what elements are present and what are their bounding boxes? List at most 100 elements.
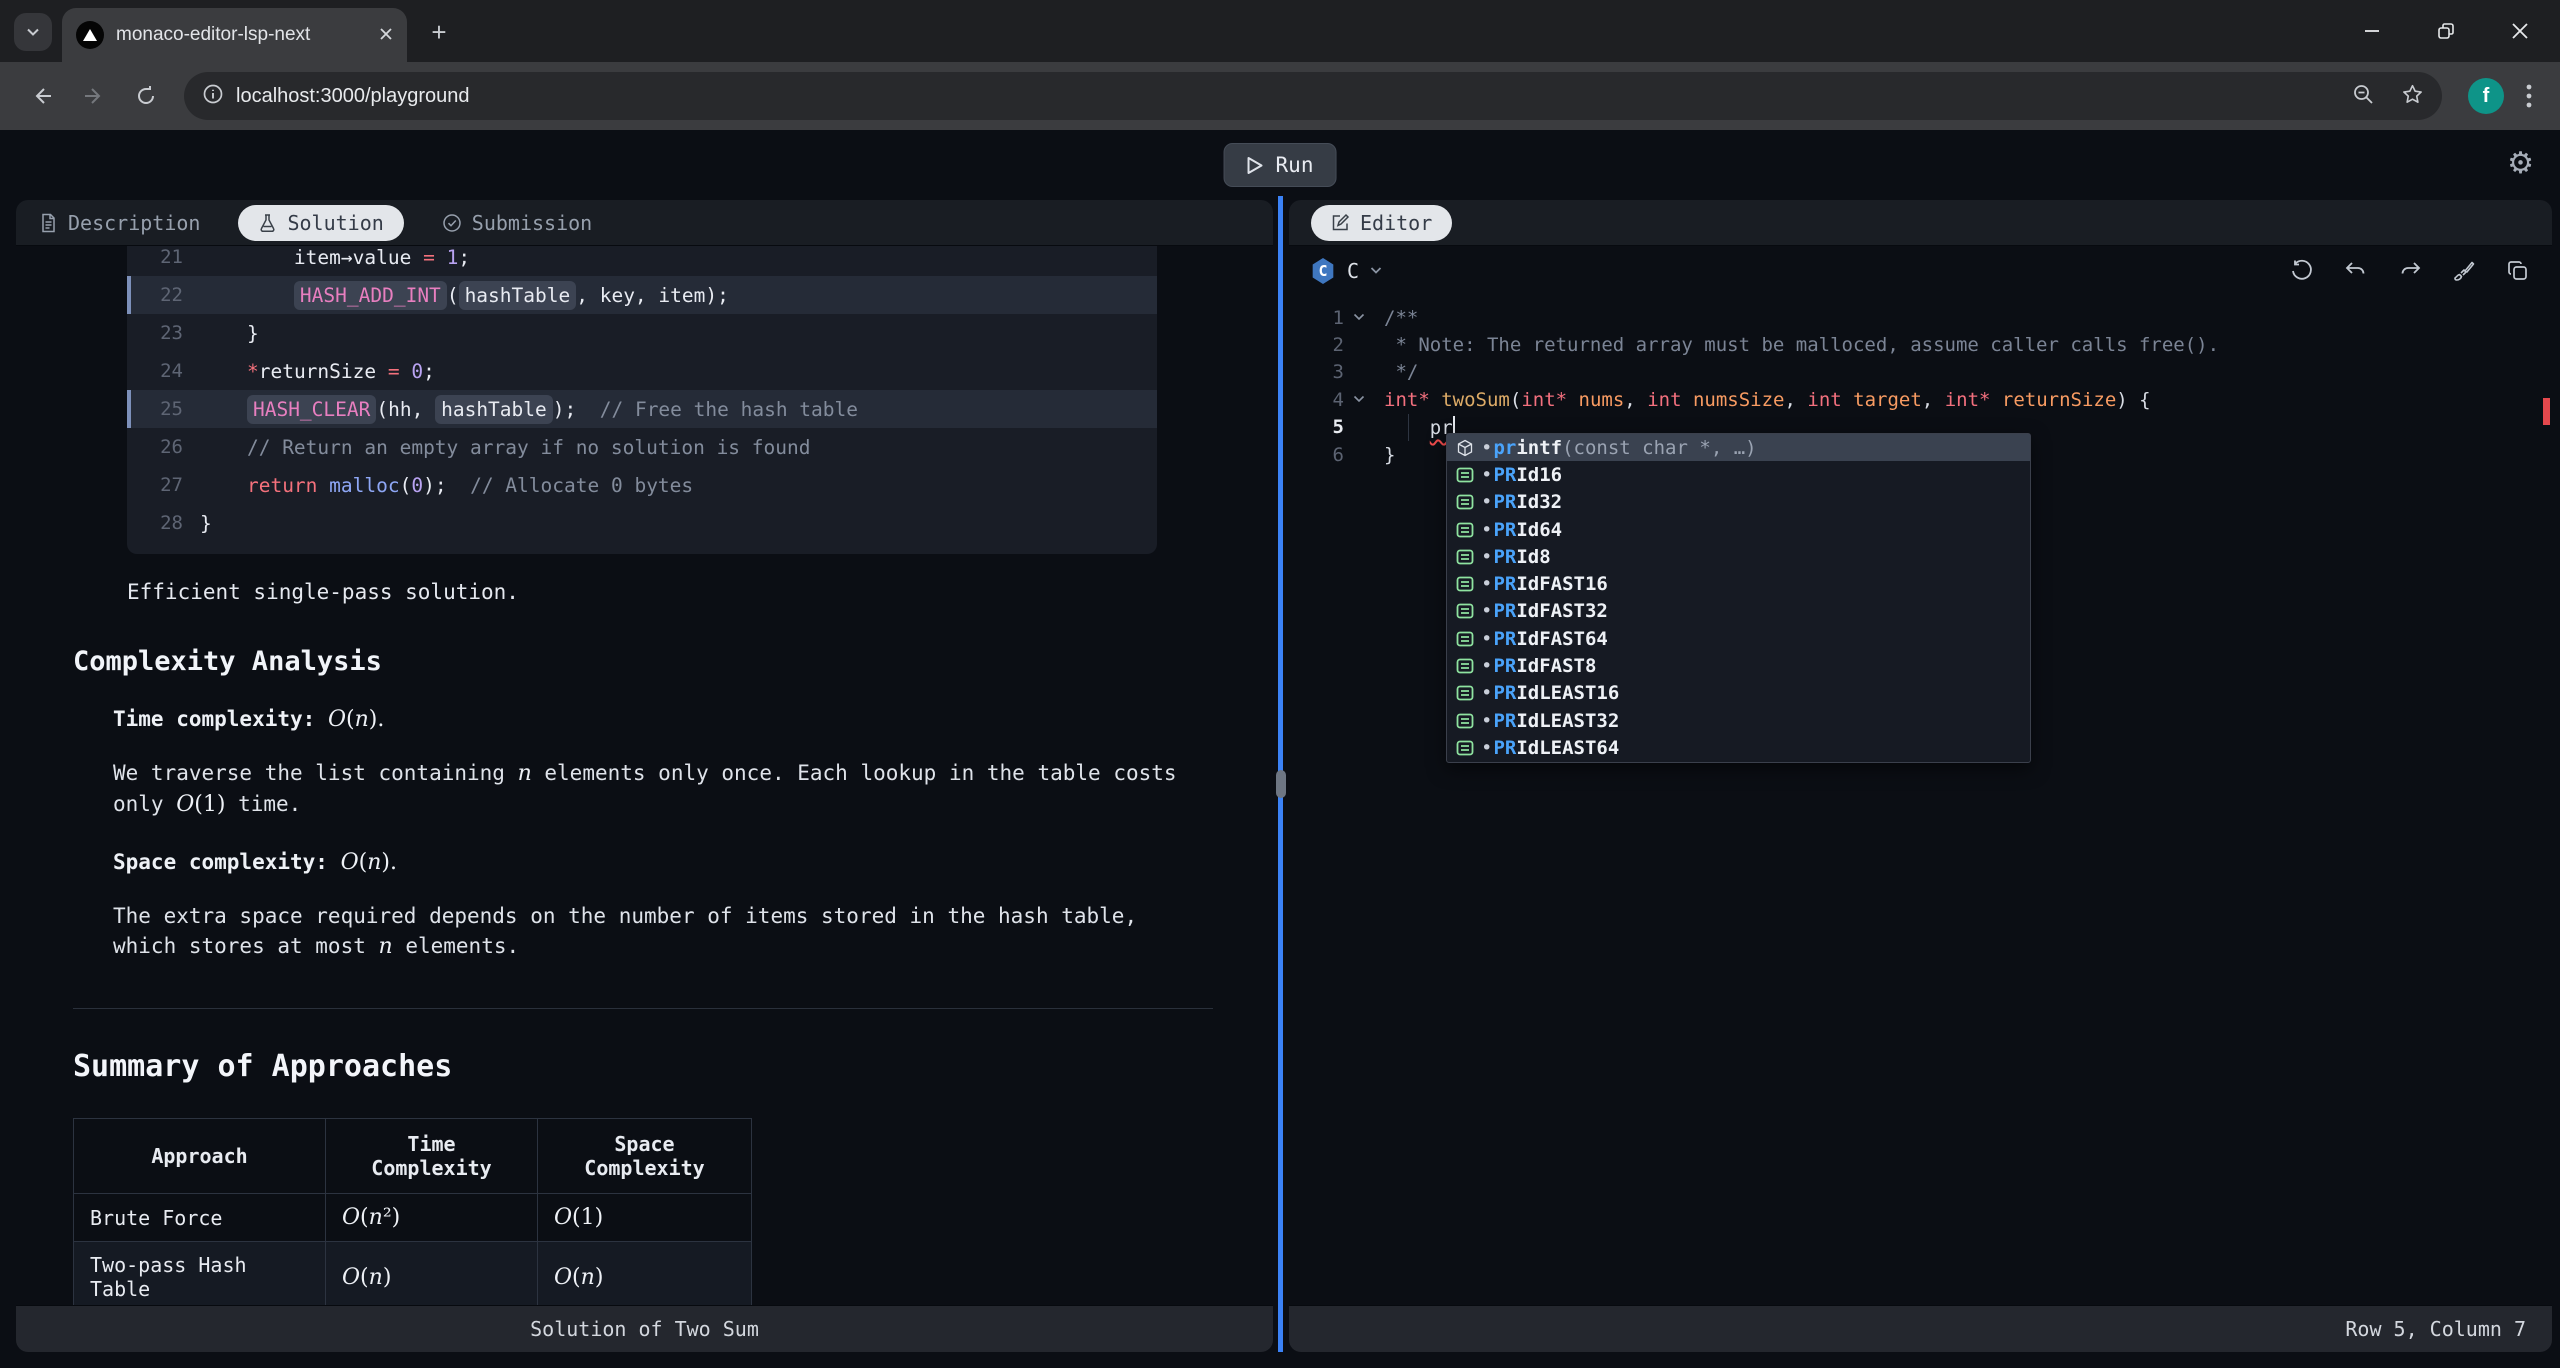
indent-guide xyxy=(1408,414,1409,441)
play-icon xyxy=(1247,156,1264,175)
completion-item[interactable]: •PRId64 xyxy=(1447,516,2030,543)
panel-divider[interactable] xyxy=(1273,200,1289,1352)
code-line: 24 *returnSize = 0; xyxy=(127,352,1157,390)
reset-icon[interactable] xyxy=(2290,259,2314,283)
reload-icon[interactable] xyxy=(126,76,166,116)
enum-member-icon xyxy=(1456,657,1474,675)
settings-gear-icon[interactable]: ⚙ xyxy=(2507,146,2534,181)
tab-submission[interactable]: Submission xyxy=(442,211,592,235)
line-number: 22 xyxy=(137,284,183,306)
tab-editor[interactable]: Editor xyxy=(1311,205,1452,241)
editor-line-number: 5 xyxy=(1289,416,1344,438)
line-number: 25 xyxy=(137,398,183,420)
run-button[interactable]: Run xyxy=(1224,143,1337,187)
copy-icon[interactable] xyxy=(2506,259,2530,283)
tab-label: Solution xyxy=(287,211,383,235)
tab-solution[interactable]: Solution xyxy=(238,205,403,241)
divider-grip-handle[interactable] xyxy=(1276,770,1286,798)
minimize-icon[interactable] xyxy=(2350,9,2394,53)
editor-line[interactable]: 4int* twoSum(int* nums, int numsSize, in… xyxy=(1289,386,2552,413)
new-tab-button[interactable]: + xyxy=(421,14,457,50)
edit-pencil-icon xyxy=(1331,213,1350,232)
line-number: 26 xyxy=(137,436,183,458)
browser-window: monaco-editor-lsp-next + localhost:3000/… xyxy=(0,0,2560,1368)
table-header: Time Complexity xyxy=(326,1119,538,1194)
completion-item[interactable]: •PRIdFAST64 xyxy=(1447,625,2030,652)
completion-item[interactable]: •PRId8 xyxy=(1447,543,2030,570)
restore-icon[interactable] xyxy=(2424,9,2468,53)
completion-item[interactable]: •printf(const char *, …) xyxy=(1447,434,2030,461)
completion-item[interactable]: •PRIdFAST32 xyxy=(1447,598,2030,625)
flask-icon xyxy=(258,213,277,233)
time-complexity-math: O(n). xyxy=(328,707,384,731)
autocomplete-list: •printf(const char *, …)•PRId16•PRId32•P… xyxy=(1447,434,2030,762)
tab-list-chevron-button[interactable] xyxy=(14,13,52,51)
code-line: 23 } xyxy=(127,314,1157,352)
completion-item[interactable]: •PRIdFAST8 xyxy=(1447,652,2030,679)
editor-panel: Editor C C 1/**2 * Note xyxy=(1289,200,2552,1352)
completion-item[interactable]: •PRId16 xyxy=(1447,461,2030,488)
line-number: 28 xyxy=(137,512,183,534)
section-divider xyxy=(73,1008,1213,1009)
approach-cell: Two-pass Hash Table xyxy=(74,1242,326,1306)
enum-member-icon xyxy=(1456,684,1474,702)
space-complexity-paragraph: The extra space required depends on the … xyxy=(113,901,1203,962)
editor-toolbar: C C xyxy=(1289,246,2552,296)
bookmark-star-icon[interactable] xyxy=(2401,83,2424,110)
cursor-position-text: Row 5, Column 7 xyxy=(2345,1317,2526,1341)
close-icon[interactable] xyxy=(2498,9,2542,53)
completion-item[interactable]: •PRIdLEAST16 xyxy=(1447,680,2030,707)
problem-status-bar: Solution of Two Sum xyxy=(16,1305,1273,1352)
site-info-icon[interactable] xyxy=(202,83,224,109)
completion-item[interactable]: •PRIdLEAST64 xyxy=(1447,734,2030,761)
tab-close-icon[interactable] xyxy=(379,25,393,46)
forward-icon[interactable] xyxy=(74,76,114,116)
format-brush-icon[interactable] xyxy=(2452,259,2476,283)
app-header: Run ⚙ xyxy=(0,130,2560,200)
fold-chevron-icon[interactable] xyxy=(1344,307,1374,329)
back-icon[interactable] xyxy=(22,76,62,116)
redo-icon[interactable] xyxy=(2398,259,2422,283)
monaco-editor[interactable]: 1/**2 * Note: The returned array must be… xyxy=(1289,296,2552,1305)
editor-line[interactable]: 3 */ xyxy=(1289,359,2552,386)
undo-icon[interactable] xyxy=(2344,259,2368,283)
language-select-value[interactable]: C xyxy=(1347,259,1359,283)
enum-member-icon xyxy=(1456,548,1474,566)
table-row: Brute ForceO(n²)O(1) xyxy=(74,1194,752,1242)
editor-line[interactable]: 1/** xyxy=(1289,304,2552,331)
completion-item[interactable]: •PRIdLEAST32 xyxy=(1447,707,2030,734)
completion-item[interactable]: •PRId32 xyxy=(1447,489,2030,516)
url-text[interactable]: localhost:3000/playground xyxy=(236,85,2326,108)
run-label: Run xyxy=(1276,153,1314,177)
fold-chevron-icon[interactable] xyxy=(1344,389,1374,411)
completion-item[interactable]: •PRIdFAST16 xyxy=(1447,570,2030,597)
tab-description[interactable]: Description xyxy=(38,211,200,235)
editor-line[interactable]: 2 * Note: The returned array must be mal… xyxy=(1289,331,2552,358)
check-circle-icon xyxy=(442,213,462,233)
editor-status-bar: Row 5, Column 7 xyxy=(1289,1305,2552,1352)
zoom-out-icon[interactable] xyxy=(2352,83,2375,110)
solution-article: 21 item→value = 1;22 HASH_ADD_INT(hashTa… xyxy=(16,246,1273,1305)
summary-heading: Summary of Approaches xyxy=(73,1049,1273,1084)
line-number: 23 xyxy=(137,322,183,344)
space-complexity-label: Space complexity: xyxy=(113,850,341,874)
language-chevron-icon[interactable] xyxy=(1369,262,1383,281)
table-header: Space Complexity xyxy=(538,1119,752,1194)
browser-tab[interactable]: monaco-editor-lsp-next xyxy=(62,8,407,62)
editor-line-number: 4 xyxy=(1289,389,1344,411)
time-cell: O(n) xyxy=(326,1242,538,1306)
enum-member-icon xyxy=(1456,575,1474,593)
enum-member-icon xyxy=(1456,630,1474,648)
table-row: Two-pass Hash TableO(n)O(n) xyxy=(74,1242,752,1306)
profile-avatar[interactable]: f xyxy=(2468,78,2504,114)
browser-toolbar: localhost:3000/playground f xyxy=(0,62,2560,130)
enum-member-icon xyxy=(1456,602,1474,620)
problem-panel: Description Solution Submission 21 item→… xyxy=(16,200,1273,1352)
address-bar[interactable]: localhost:3000/playground xyxy=(184,72,2442,120)
line-number: 24 xyxy=(137,360,183,382)
browser-menu-icon[interactable] xyxy=(2514,76,2544,116)
code-line: 22 HASH_ADD_INT(hashTable, key, item); xyxy=(127,276,1157,314)
split-panels: Description Solution Submission 21 item→… xyxy=(16,200,2552,1352)
problem-tabs: Description Solution Submission xyxy=(16,200,1273,246)
tab-label: Editor xyxy=(1360,211,1432,235)
